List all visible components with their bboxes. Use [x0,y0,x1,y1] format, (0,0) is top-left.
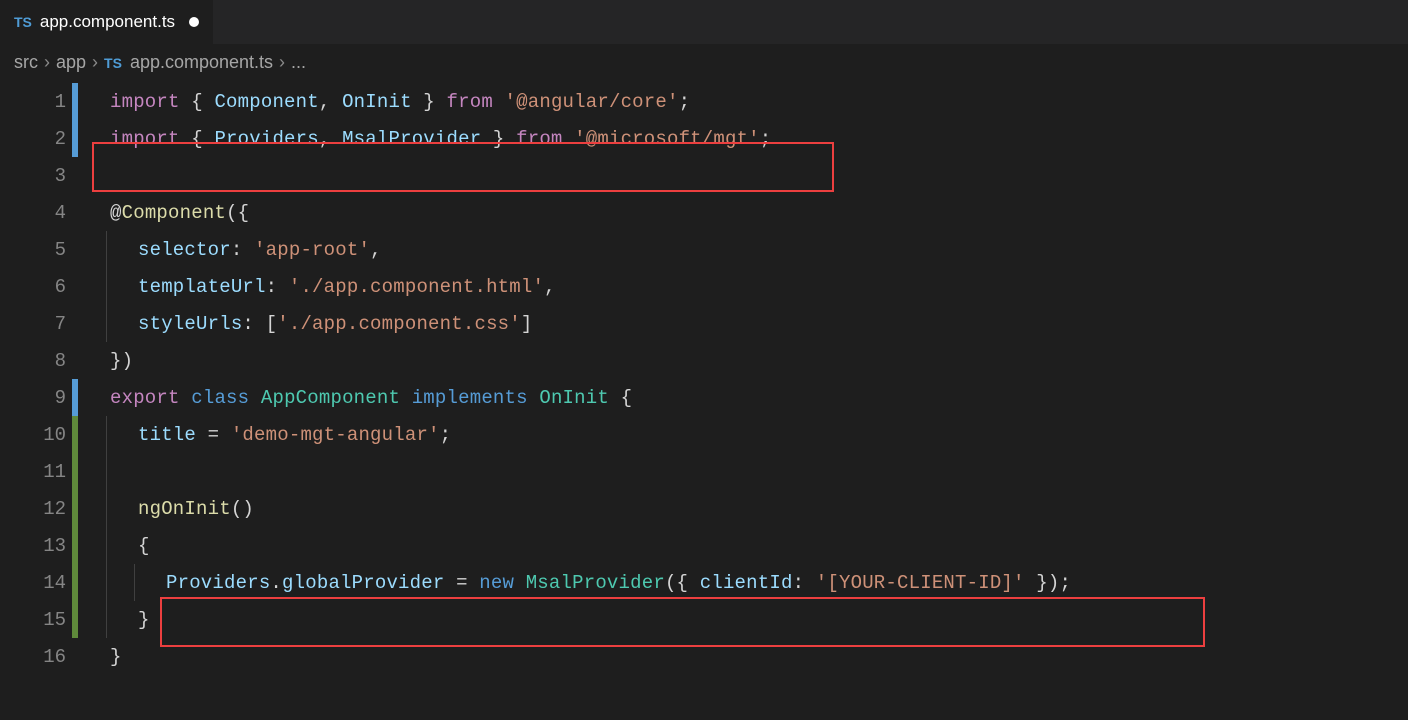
indent-guide [106,416,134,453]
code-content[interactable]: { [134,527,150,564]
code-line[interactable]: 7 styleUrls: ['./app.component.css'] [0,305,1408,342]
gutter-marker [72,601,78,638]
unsaved-indicator-icon [189,17,199,27]
gutter-marker [72,416,78,453]
gutter-marker [72,490,78,527]
crumb-app[interactable]: app [56,52,86,73]
line-number: 3 [0,165,72,187]
code-line[interactable]: 11 [0,453,1408,490]
line-number: 11 [0,461,72,483]
tab-bar: TS app.component.ts [0,0,1408,44]
code-line[interactable]: 10 title = 'demo-mgt-angular'; [0,416,1408,453]
code-line[interactable]: 6 templateUrl: './app.component.html', [0,268,1408,305]
code-line[interactable]: 4 @Component({ [0,194,1408,231]
line-number: 12 [0,498,72,520]
breadcrumb[interactable]: src › app › TS app.component.ts › ... [0,44,1408,83]
typescript-icon: TS [104,55,122,71]
gutter-marker [72,194,78,231]
line-number: 7 [0,313,72,335]
indent-guide [106,490,134,527]
editor-tab[interactable]: TS app.component.ts [0,0,214,44]
gutter-marker [72,638,78,675]
code-content[interactable]: Providers.globalProvider = new MsalProvi… [162,564,1071,601]
line-number: 1 [0,91,72,113]
code-content[interactable]: import { Component, OnInit } from '@angu… [106,83,690,120]
indent-guide [106,601,134,638]
gutter-marker [72,231,78,268]
code-line[interactable]: 9 export class AppComponent implements On… [0,379,1408,416]
code-content[interactable]: } [106,638,122,675]
code-content[interactable] [106,157,110,194]
code-line[interactable]: 8}) [0,342,1408,379]
line-number: 13 [0,535,72,557]
indent-guide [106,268,134,305]
code-editor[interactable]: 1 import { Component, OnInit } from '@ang… [0,83,1408,675]
indent-guide [106,564,134,601]
line-number: 15 [0,609,72,631]
gutter-marker [72,83,78,120]
line-number: 6 [0,276,72,298]
gutter-marker [72,527,78,564]
line-number: 4 [0,202,72,224]
code-line[interactable]: 15} [0,601,1408,638]
chevron-right-icon: › [279,52,285,73]
code-content[interactable]: styleUrls: ['./app.component.css'] [134,305,532,342]
indent-guide [106,305,134,342]
code-content[interactable] [134,453,138,490]
code-line[interactable]: 16} [0,638,1408,675]
gutter-marker [72,120,78,157]
crumb-src[interactable]: src [14,52,38,73]
line-number: 16 [0,646,72,668]
gutter-marker [72,342,78,379]
indent-guide [134,564,162,601]
code-line[interactable]: 1 import { Component, OnInit } from '@ang… [0,83,1408,120]
code-content[interactable]: }) [106,342,133,379]
code-content[interactable]: export class AppComponent implements OnI… [106,379,632,416]
line-number: 14 [0,572,72,594]
code-content[interactable]: templateUrl: './app.component.html', [134,268,556,305]
indent-guide [106,527,134,564]
code-content[interactable]: @Component({ [106,194,249,231]
chevron-right-icon: › [92,52,98,73]
line-number: 2 [0,128,72,150]
chevron-right-icon: › [44,52,50,73]
code-content[interactable]: title = 'demo-mgt-angular'; [134,416,451,453]
code-line[interactable]: 12 ngOnInit() [0,490,1408,527]
line-number: 8 [0,350,72,372]
code-content[interactable]: import { Providers, MsalProvider } from … [106,120,771,157]
line-number: 9 [0,387,72,409]
code-content[interactable]: } [134,601,150,638]
line-number: 5 [0,239,72,261]
code-line[interactable]: 13 { [0,527,1408,564]
code-line[interactable]: 5 selector: 'app-root', [0,231,1408,268]
crumb-trailing[interactable]: ... [291,52,306,73]
code-line[interactable]: 3 [0,157,1408,194]
line-number: 10 [0,424,72,446]
gutter-marker [72,157,78,194]
crumb-file[interactable]: app.component.ts [130,52,273,73]
typescript-icon: TS [14,14,32,30]
code-content[interactable]: selector: 'app-root', [134,231,382,268]
gutter-marker [72,268,78,305]
gutter-marker [72,453,78,490]
code-line[interactable]: 2 import { Providers, MsalProvider } from… [0,120,1408,157]
code-line[interactable]: 14 Providers.globalProvider = new MsalPro… [0,564,1408,601]
gutter-marker [72,564,78,601]
gutter-marker [72,305,78,342]
indent-guide [106,453,134,490]
gutter-marker [72,379,78,416]
tab-label: app.component.ts [40,12,175,32]
code-content[interactable]: ngOnInit() [134,490,254,527]
indent-guide [106,231,134,268]
